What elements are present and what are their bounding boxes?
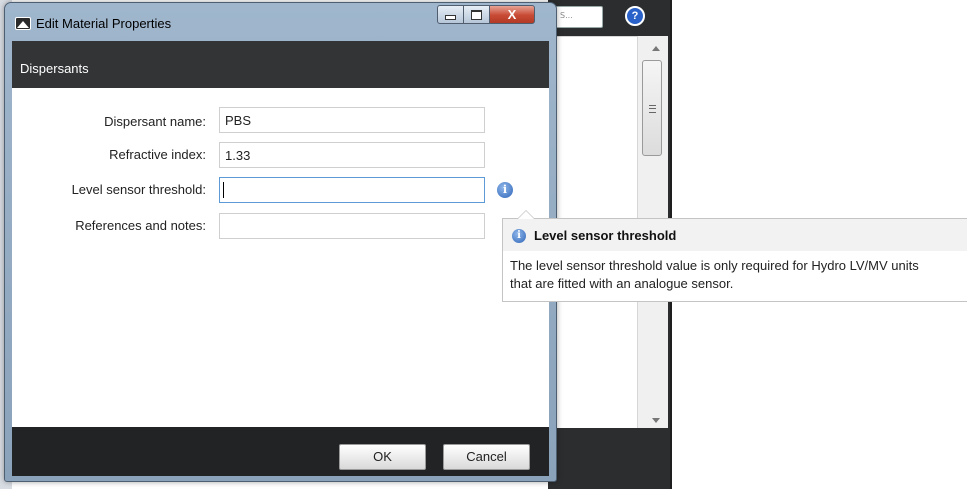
minimize-icon [445, 15, 456, 20]
scroll-up-arrow-icon[interactable] [652, 46, 660, 51]
edit-material-properties-dialog: Edit Material Properties X Dispersants D… [4, 2, 557, 482]
tooltip-title: Level sensor threshold [534, 228, 677, 243]
help-button[interactable]: ? [622, 4, 648, 28]
tooltip-arrow [517, 210, 535, 219]
close-icon: X [507, 7, 517, 22]
dialog-client-area: Dispersants Dispersant name: PBS Refract… [12, 41, 549, 476]
text-caret [223, 182, 224, 198]
maximize-icon [471, 9, 482, 20]
dispersant-name-input[interactable]: PBS [219, 107, 485, 133]
info-icon[interactable]: i [497, 182, 513, 198]
close-button[interactable]: X [489, 5, 535, 24]
scroll-down-arrow-icon[interactable] [652, 418, 660, 423]
section-header: Dispersants [12, 41, 549, 88]
level-sensor-threshold-input[interactable] [219, 177, 485, 203]
tooltip-line-1: The level sensor threshold value is only… [510, 258, 919, 273]
dispersant-name-label: Dispersant name: [104, 114, 206, 129]
tooltip-header: i Level sensor threshold [503, 219, 967, 251]
scroll-grip-icon [649, 105, 656, 113]
help-icon: ? [625, 6, 645, 26]
dialog-titlebar[interactable]: Edit Material Properties X [5, 3, 556, 41]
scroll-thumb[interactable] [642, 60, 662, 156]
background-search-input[interactable]: S... [555, 6, 603, 28]
minimize-button[interactable] [437, 5, 464, 24]
refractive-index-label: Refractive index: [109, 147, 206, 162]
references-notes-label: References and notes: [75, 218, 206, 233]
tooltip-body: The level sensor threshold value is only… [510, 257, 967, 293]
background-bottom-bar [548, 428, 670, 489]
section-title: Dispersants [20, 61, 89, 76]
tooltip-line-2: that are fitted with an analogue sensor. [510, 276, 734, 291]
level-sensor-threshold-label: Level sensor threshold: [71, 182, 206, 197]
dialog-title: Edit Material Properties [36, 16, 172, 31]
refractive-index-input[interactable]: 1.33 [219, 142, 485, 168]
tooltip-info-icon: i [512, 229, 526, 243]
maximize-button[interactable] [463, 5, 490, 24]
ok-button[interactable]: OK [339, 444, 426, 470]
material-icon [15, 17, 31, 30]
references-notes-input[interactable] [219, 213, 485, 239]
level-sensor-tooltip: i Level sensor threshold The level senso… [502, 210, 967, 302]
cancel-button[interactable]: Cancel [443, 444, 530, 470]
